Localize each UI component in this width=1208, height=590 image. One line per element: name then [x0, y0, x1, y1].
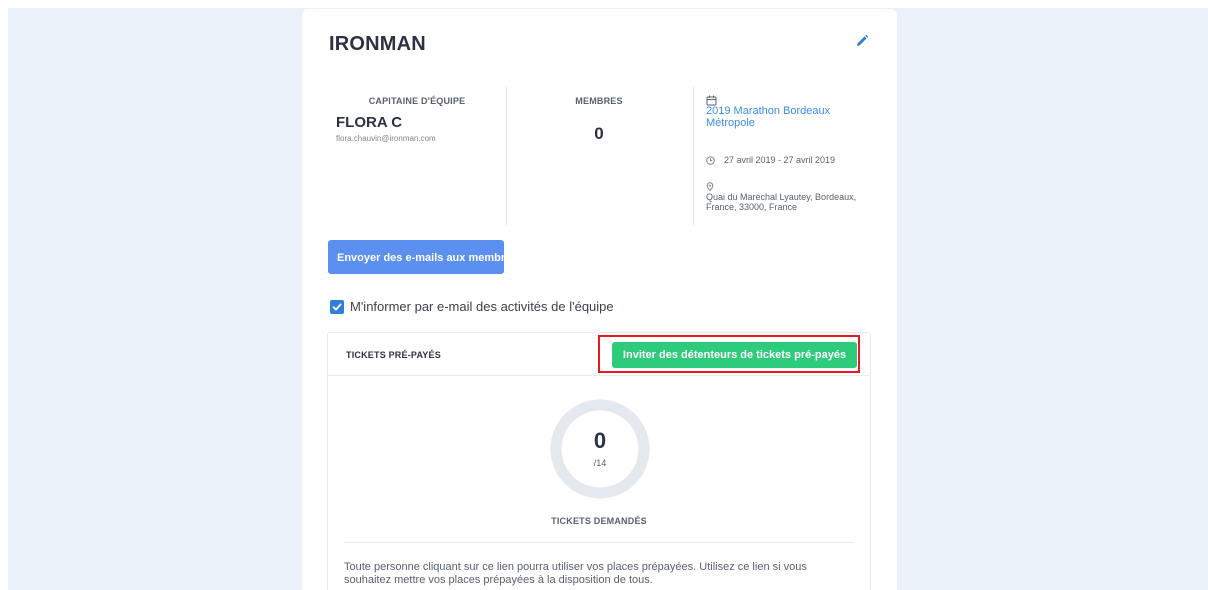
team-info-row: CAPITAINE D'ÉQUIPE FLORA C flora.chauvin… [328, 79, 873, 225]
captain-column: CAPITAINE D'ÉQUIPE FLORA C flora.chauvin… [328, 79, 506, 225]
event-address: Quai du Maréchal Lyautey, Bordeaux, Fran… [706, 192, 857, 212]
captain-email: flora.chauvin@ironman.com [336, 134, 436, 143]
tickets-header: TICKETS PRÉ-PAYÉS Inviter des détenteurs… [328, 333, 870, 376]
event-name-link[interactable]: 2019 Marathon Bordeaux Métropole [706, 105, 871, 129]
invite-ticket-holders-button[interactable]: Inviter des détenteurs de tickets pré-pa… [612, 342, 857, 368]
event-address-block: Quai du Maréchal Lyautey, Bordeaux, Fran… [706, 182, 871, 212]
calendar-icon [706, 93, 717, 106]
members-label: MEMBRES [575, 96, 623, 106]
event-info: 2019 Marathon Bordeaux Métropole [706, 93, 871, 129]
panel-divider [344, 542, 854, 543]
members-count: 0 [594, 124, 604, 143]
captain-name: FLORA C [336, 114, 403, 131]
pencil-icon[interactable] [854, 33, 870, 49]
team-card: IRONMAN CAPITAINE D'ÉQUIPE FLORA C flora… [302, 9, 897, 590]
tickets-total: /14 [593, 458, 607, 468]
notify-checkbox[interactable] [330, 299, 344, 314]
email-members-button[interactable]: Envoyer des e-mails aux membres [328, 240, 504, 274]
prepaid-tickets-panel: TICKETS PRÉ-PAYÉS Inviter des détenteurs… [327, 332, 871, 590]
team-name: IRONMAN [329, 33, 426, 55]
event-dates: 27 avril 2019 - 27 avril 2019 [724, 155, 836, 165]
event-dates-row: 27 avril 2019 - 27 avril 2019 [706, 155, 835, 165]
checkmark-icon [332, 303, 342, 310]
captain-label: CAPITAINE D'ÉQUIPE [368, 96, 466, 106]
map-pin-icon [706, 182, 714, 191]
notify-checkbox-row[interactable]: M'informer par e-mail des activités de l… [330, 299, 614, 314]
tickets-requested-count: 0 [593, 428, 607, 453]
clock-icon [706, 155, 715, 165]
tickets-title: TICKETS PRÉ-PAYÉS [346, 350, 441, 360]
tickets-requested-label: TICKETS DEMANDÉS [551, 516, 647, 526]
members-column: MEMBRES 0 [506, 79, 692, 225]
event-column: 2019 Marathon Bordeaux Métropole 27 avri… [692, 79, 873, 225]
tickets-description: Toute personne cliquant sur ce lien pour… [344, 561, 807, 586]
notify-label: M'informer par e-mail des activités de l… [350, 299, 614, 314]
